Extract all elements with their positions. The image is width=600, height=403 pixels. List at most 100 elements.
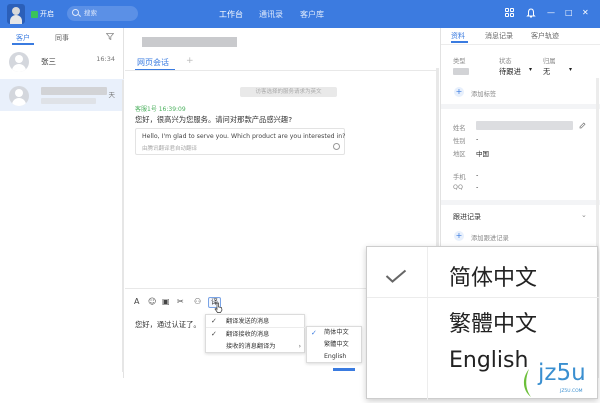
tab-web-session[interactable]: 网页会话 [137, 57, 169, 68]
menu-item-label: 翻译发送的消息 [226, 318, 270, 325]
menu-item-label: 接收的消息翻译为 [226, 343, 276, 350]
search-input[interactable] [84, 8, 134, 19]
tab-colleagues[interactable]: 同事 [55, 33, 69, 43]
image-icon[interactable]: ▣ [162, 297, 170, 307]
status-icon [31, 10, 38, 18]
zoom-language-traditional[interactable]: 繁體中文 [449, 306, 537, 338]
check-icon: ✓ [311, 329, 317, 337]
minimize-icon[interactable]: — [547, 9, 555, 17]
nav-workbench[interactable]: 工作台 [219, 9, 243, 20]
add-tag-icon[interactable]: + [454, 87, 464, 97]
system-message: 访客选择的服务请求为英文 [240, 87, 337, 97]
tab-message-history[interactable]: 消息记录 [485, 31, 513, 41]
chevron-right-icon: › [298, 343, 301, 350]
name-label: 姓名 [453, 125, 466, 132]
chat-title-redacted [142, 37, 237, 47]
language-label: English [324, 353, 347, 360]
phone-label: 手机 [453, 174, 466, 181]
chevron-down-icon[interactable]: ▾ [569, 66, 572, 73]
bell-icon[interactable] [526, 8, 536, 18]
message-input[interactable]: 您好，通过认证了。 [135, 320, 201, 330]
status-label: 开启 [40, 10, 54, 18]
nav-customer-library[interactable]: 客户库 [300, 9, 324, 20]
gender-value: - [476, 135, 479, 143]
contact-time: 天 [108, 91, 116, 99]
scrollbar[interactable] [122, 80, 124, 372]
divider [441, 44, 600, 45]
agent-label: 客服1号 16:39:09 [135, 106, 186, 113]
close-icon[interactable]: ✕ [582, 9, 589, 17]
send-button[interactable] [333, 368, 355, 371]
type-label: 类型 [453, 58, 466, 65]
type-value-redacted [453, 68, 469, 75]
contact-item-selected[interactable]: 天 [0, 79, 124, 111]
translation-text: Hello, I'm glad to serve you. Which prod… [142, 133, 346, 140]
globe-icon[interactable] [333, 143, 340, 150]
watermark-text: jz5u [538, 360, 586, 386]
divider [367, 297, 599, 298]
search-box[interactable] [67, 6, 138, 21]
add-followup-link[interactable]: 添加跟进记录 [471, 233, 509, 242]
font-icon[interactable]: A [134, 297, 139, 307]
apps-grid-icon[interactable] [505, 8, 515, 18]
owner-label: 归属 [543, 58, 556, 65]
maximize-icon[interactable]: □ [565, 9, 573, 17]
tab-underline [451, 41, 468, 43]
watermark-sub: JZ5U.COM [560, 389, 583, 394]
zoom-language-simplified[interactable]: 简体中文 [449, 260, 537, 292]
status-select[interactable]: 待跟进 [499, 67, 521, 77]
language-option-traditional[interactable]: 繁體中文 [307, 339, 363, 351]
language-option-english[interactable]: English [307, 351, 363, 363]
contact-name: 张三 [41, 57, 56, 66]
add-tag-link[interactable]: 添加标签 [471, 89, 496, 98]
region-value: 中国 [476, 150, 489, 158]
menu-item-translate-to[interactable]: 接收的消息翻译为 › [206, 340, 306, 353]
translate-menu: ✓ 翻译发送的消息 ✓ 翻译接收的消息 接收的消息翻译为 › [205, 314, 306, 353]
check-icon [385, 269, 407, 283]
screenshot-icon[interactable]: ✂ [177, 297, 184, 307]
add-tab-button[interactable]: + [186, 56, 194, 66]
filter-icon[interactable] [106, 33, 114, 40]
user-avatar[interactable] [7, 4, 25, 24]
message-text: 您好，很高兴为您服务。请问对那款产品感兴趣? [135, 115, 293, 124]
add-followup-icon[interactable]: + [454, 231, 464, 241]
tab-customers[interactable]: 客户 [16, 33, 30, 43]
translation-note: 由腾讯翻译君自动翻译 [142, 146, 198, 152]
language-option-simplified[interactable]: ✓ 简体中文 [307, 327, 363, 339]
divider [441, 104, 600, 109]
check-icon: ✓ [211, 317, 217, 325]
contact-item[interactable]: 张三 16:34 [0, 45, 124, 77]
divider [125, 70, 439, 71]
status-label: 状态 [499, 58, 512, 65]
emoji-icon[interactable]: ☺ [148, 297, 156, 307]
translation-box: Hello, I'm glad to serve you. Which prod… [135, 128, 345, 155]
language-label: 简体中文 [324, 329, 349, 336]
chevron-down-icon[interactable]: ⌄ [581, 211, 587, 219]
search-icon [72, 9, 79, 16]
menu-item-translate-sent[interactable]: ✓ 翻译发送的消息 [206, 315, 306, 328]
nav-contacts[interactable]: 通讯录 [259, 9, 283, 20]
tab-profile[interactable]: 资料 [451, 31, 465, 41]
qq-value: - [476, 183, 479, 191]
followup-title: 跟进记录 [453, 213, 481, 221]
divider [427, 247, 428, 400]
region-label: 地区 [453, 151, 466, 158]
owner-select[interactable]: 无 [543, 67, 550, 77]
contact-time: 16:34 [96, 55, 115, 63]
transfer-icon[interactable]: ⚇ [194, 297, 201, 307]
contact-name-redacted [41, 87, 107, 95]
name-value-redacted [476, 121, 573, 130]
avatar [9, 52, 29, 72]
contact-list-panel: 客户 同事 张三 16:34 天 [0, 28, 124, 403]
hand-cursor-icon [214, 302, 223, 313]
edit-icon[interactable] [579, 122, 586, 129]
gender-label: 性别 [453, 138, 466, 145]
phone-value: - [476, 171, 479, 179]
tab-customer-trail[interactable]: 客户轨迹 [531, 31, 559, 41]
avatar [9, 86, 29, 106]
top-bar: 开启 工作台 通讯录 客户库 — □ ✕ [0, 0, 600, 28]
online-status-toggle[interactable]: 开启 [31, 9, 54, 19]
contact-preview-redacted [41, 98, 96, 104]
chevron-down-icon[interactable]: ▾ [529, 66, 532, 73]
app-window: 开启 工作台 通讯录 客户库 — □ ✕ 客户 同事 张三 16: [0, 0, 600, 403]
